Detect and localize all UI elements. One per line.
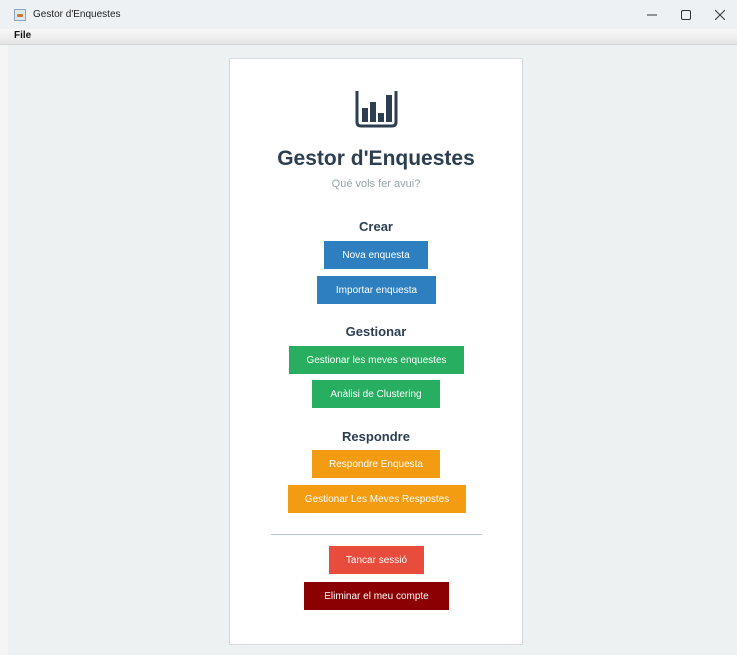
maximize-button[interactable] bbox=[669, 0, 703, 29]
respondre-enquesta-button[interactable]: Respondre Enquesta bbox=[312, 450, 440, 478]
section-gestionar-title: Gestionar bbox=[345, 324, 407, 339]
page-subtitle: Qué vols fer avui? bbox=[331, 178, 421, 190]
analisi-clustering-button[interactable]: Anàlisi de Clustering bbox=[312, 380, 440, 408]
importar-enquesta-button[interactable]: Importar enquesta bbox=[317, 276, 436, 304]
java-app-icon bbox=[14, 8, 26, 21]
gestionar-respostes-button[interactable]: Gestionar Les Meves Respostes bbox=[288, 485, 466, 513]
maximize-icon bbox=[681, 9, 691, 20]
eliminar-compte-button[interactable]: Eliminar el meu compte bbox=[304, 582, 449, 610]
minimize-icon bbox=[647, 14, 657, 15]
tancar-sessio-button[interactable]: Tancar sessió bbox=[329, 546, 424, 574]
left-strip bbox=[0, 45, 8, 655]
bar-chart-icon bbox=[355, 91, 398, 128]
page-title: Gestor d'Enquestes bbox=[277, 147, 475, 170]
divider bbox=[271, 534, 482, 535]
nova-enquesta-button[interactable]: Nova enquesta bbox=[324, 241, 428, 269]
window-title: Gestor d'Enquestes bbox=[33, 9, 121, 20]
menu-file[interactable]: File bbox=[14, 30, 31, 41]
menu-bar: File bbox=[0, 29, 737, 45]
window-controls bbox=[635, 0, 737, 29]
close-button[interactable] bbox=[703, 0, 737, 29]
gestionar-enquestes-button[interactable]: Gestionar les meves enquestes bbox=[289, 346, 464, 374]
close-icon bbox=[715, 9, 725, 20]
section-crear-title: Crear bbox=[359, 219, 393, 234]
minimize-button[interactable] bbox=[635, 0, 669, 29]
main-panel: Gestor d'Enquestes Qué vols fer avui? Cr… bbox=[229, 58, 523, 645]
section-respondre-title: Respondre bbox=[342, 429, 410, 444]
title-bar: Gestor d'Enquestes bbox=[0, 0, 737, 29]
